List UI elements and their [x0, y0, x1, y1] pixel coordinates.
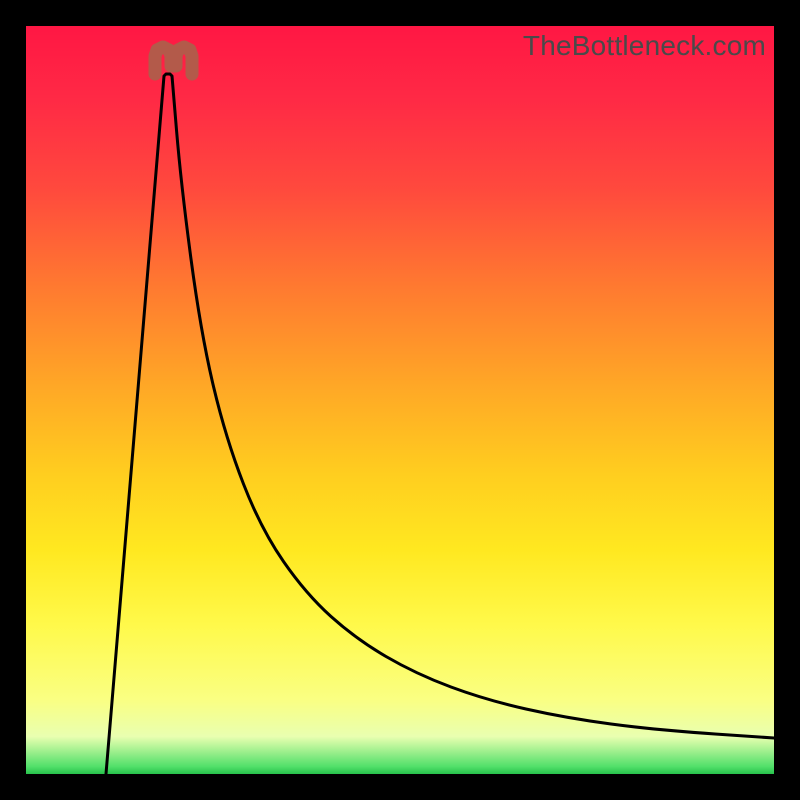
- optimum-marker: [155, 47, 192, 74]
- bottleneck-curve: [26, 26, 774, 774]
- chart-frame: TheBottleneck.com: [0, 0, 800, 800]
- plot-area: TheBottleneck.com: [26, 26, 774, 774]
- curve-path: [106, 74, 774, 774]
- watermark-text: TheBottleneck.com: [523, 30, 766, 62]
